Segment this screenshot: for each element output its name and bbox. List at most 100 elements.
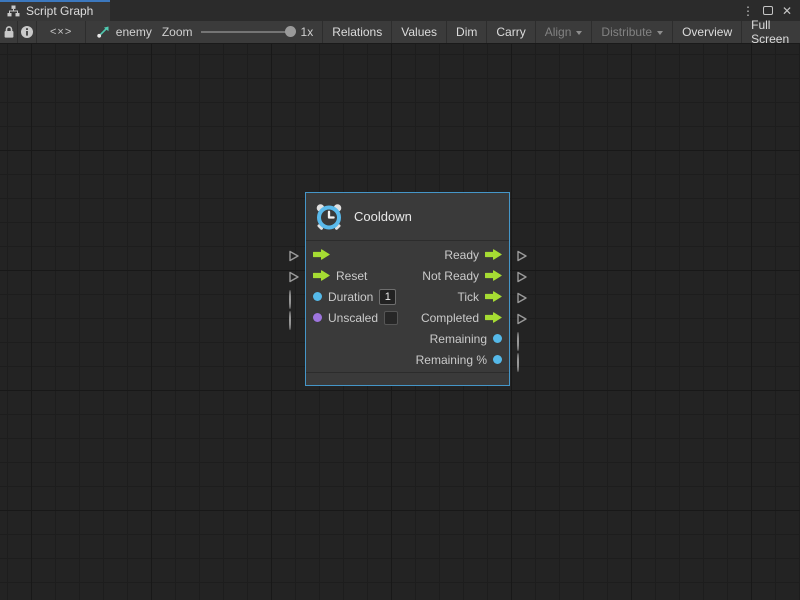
carry-button[interactable]: Carry [487,21,535,43]
close-icon[interactable]: ✕ [782,4,792,18]
flow-arrow-icon [313,249,330,260]
overview-label: Overview [682,25,732,39]
port-label: Not Ready [422,269,479,283]
dim-button[interactable]: Dim [447,21,487,43]
output-port-tick[interactable]: Tick [410,290,509,304]
external-value-handle[interactable] [288,291,300,303]
fullscreen-button[interactable]: Full Screen [742,21,800,43]
dim-label: Dim [456,25,477,39]
node-footer [306,372,509,385]
value-handle-icon [289,311,291,330]
external-flow-handle[interactable] [516,291,528,303]
cooldown-node[interactable]: Cooldown Ready Res [305,192,510,386]
port-row: Remaining [306,328,509,349]
number-port-icon [493,355,502,364]
port-row: Remaining % [306,349,509,370]
flow-arrow-icon [485,312,502,323]
external-flow-handle[interactable] [516,312,528,324]
port-label: Unscaled [328,311,378,325]
port-row: Duration Tick [306,286,509,307]
port-label: Duration [328,290,373,304]
external-value-handle[interactable] [516,354,528,366]
distribute-label: Distribute [601,25,652,39]
output-port-remaining-percent[interactable]: Remaining % [410,353,509,367]
zoom-slider[interactable] [201,31,293,33]
align-label: Align [545,25,572,39]
zoom-slider-handle[interactable] [285,26,296,37]
lock-button[interactable] [0,21,18,43]
port-row: Ready [306,244,509,265]
flow-arrow-icon [485,291,502,302]
values-button[interactable]: Values [392,21,447,43]
external-flow-handle[interactable] [516,270,528,282]
flow-arrow-icon [485,249,502,260]
output-port-not-ready[interactable]: Not Ready [410,269,509,283]
port-label: Tick [457,290,479,304]
flow-arrow-icon [313,270,330,281]
external-flow-handle[interactable] [288,270,300,282]
values-label: Values [401,25,437,39]
port-row: Reset Not Ready [306,265,509,286]
zoom-label: Zoom [162,25,193,39]
overview-button[interactable]: Overview [673,21,742,43]
graph-hierarchy-icon [7,5,20,17]
duration-field[interactable] [379,289,396,305]
port-label: Completed [421,311,479,325]
unscaled-checkbox[interactable] [384,311,398,325]
alarm-clock-icon [314,202,344,232]
output-port-remaining[interactable]: Remaining [410,332,509,346]
code-preview-toggle[interactable]: <×> [37,21,85,43]
external-flow-handle[interactable] [288,249,300,261]
boolean-port-icon [313,313,322,322]
align-button[interactable]: Align [536,21,593,43]
zoom-control: Zoom 1x [162,21,322,43]
port-label: Ready [444,248,479,262]
relations-label: Relations [332,25,382,39]
graph-asset-icon [96,25,110,39]
external-flow-handle[interactable] [516,249,528,261]
graph-canvas[interactable]: Cooldown Ready Res [0,44,800,600]
window-menu-icon[interactable]: ⋮ [742,4,754,18]
value-handle-icon [517,332,519,351]
code-icon: <×> [50,26,72,38]
input-port-reset[interactable]: Reset [306,269,410,283]
info-button[interactable] [18,21,37,43]
graph-breadcrumb[interactable]: enemy [86,21,162,43]
tab-script-graph[interactable]: Script Graph [0,0,110,21]
title-bar: Script Graph ⋮ ✕ [0,0,800,21]
script-graph-window: Script Graph ⋮ ✕ [0,0,800,600]
number-port-icon [493,334,502,343]
graph-toolbar: <×> enemy Zoom 1x Relations Values Dim C… [0,21,800,44]
carry-label: Carry [496,25,525,39]
titlebar-spacer [110,0,742,21]
info-icon [20,25,34,39]
fullscreen-label: Full Screen [751,18,791,46]
external-value-handle[interactable] [516,333,528,345]
tab-title: Script Graph [26,4,93,18]
chevron-down-icon [657,31,663,35]
graph-name: enemy [116,25,152,39]
distribute-button[interactable]: Distribute [592,21,673,43]
relations-button[interactable]: Relations [322,21,392,43]
output-port-completed[interactable]: Completed [410,311,509,325]
node-title: Cooldown [354,209,412,224]
port-label: Remaining [430,332,487,346]
node-body: Ready Reset Not Ready [306,241,509,372]
external-value-handle[interactable] [288,312,300,324]
input-port-unscaled[interactable]: Unscaled [306,311,410,325]
flow-arrow-icon [485,270,502,281]
port-label: Remaining % [416,353,487,367]
value-handle-icon [517,353,519,372]
chevron-down-icon [576,31,582,35]
node-header[interactable]: Cooldown [306,193,509,241]
port-label: Reset [336,269,367,283]
lock-icon [3,25,15,39]
maximize-icon[interactable] [763,6,773,15]
output-port-ready[interactable]: Ready [410,248,509,262]
input-port-duration[interactable]: Duration [306,289,410,305]
input-port-enter[interactable] [306,249,410,260]
zoom-value: 1x [301,25,314,39]
port-row: Unscaled Completed [306,307,509,328]
value-handle-icon [289,290,291,309]
number-port-icon [313,292,322,301]
